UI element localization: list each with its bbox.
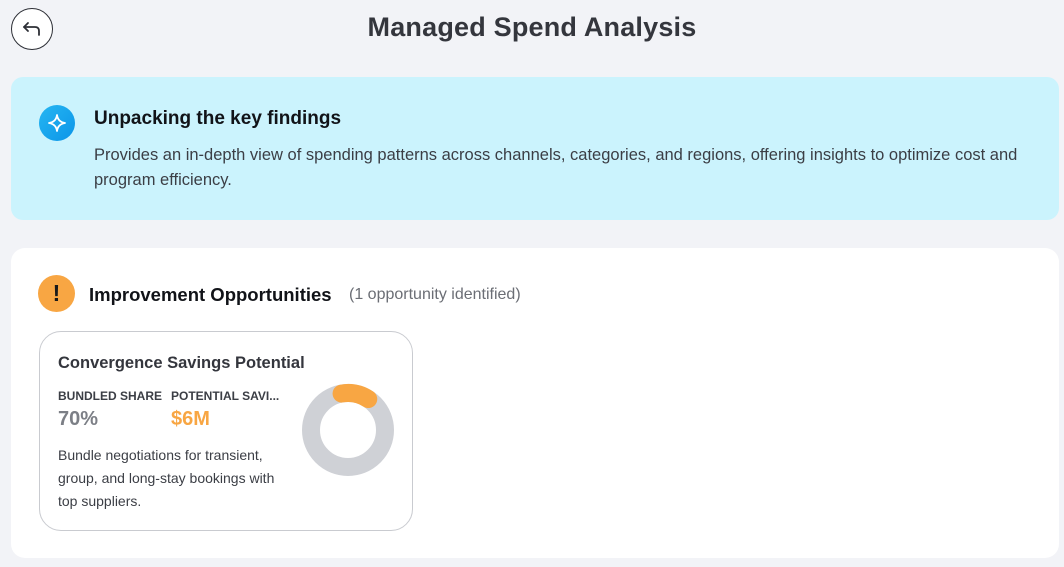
bundled-share-value: 70% — [58, 408, 99, 430]
bundled-share-label: BUNDLED SHARE — [58, 389, 163, 403]
panel-heading: Improvement Opportunities — [89, 284, 332, 305]
key-findings-banner: Unpacking the key findings Provides an i… — [11, 77, 1059, 220]
card-description: Bundle negotiations for transient, group… — [58, 447, 275, 509]
banner-description: Provides an in-depth view of spending pa… — [94, 146, 1018, 189]
convergence-savings-card[interactable]: Convergence Savings Potential BUNDLED SH… — [39, 331, 413, 531]
banner-heading: Unpacking the key findings — [94, 108, 342, 129]
card-title: Convergence Savings Potential — [58, 354, 305, 372]
savings-donut-chart — [302, 384, 394, 476]
improvement-opportunities-panel: ! Improvement Opportunities (1 opportuni… — [11, 248, 1059, 558]
potential-savings-label: POTENTIAL SAVI... — [171, 389, 280, 403]
page: Managed Spend Analysis Unpacking the key… — [0, 0, 1064, 567]
sparkle-icon — [39, 105, 75, 141]
potential-savings-value: $6M — [171, 408, 210, 430]
donut-arc — [332, 384, 378, 409]
exclamation-icon: ! — [38, 275, 75, 312]
opportunity-count: (1 opportunity identified) — [349, 286, 521, 303]
page-title: Managed Spend Analysis — [367, 12, 697, 42]
